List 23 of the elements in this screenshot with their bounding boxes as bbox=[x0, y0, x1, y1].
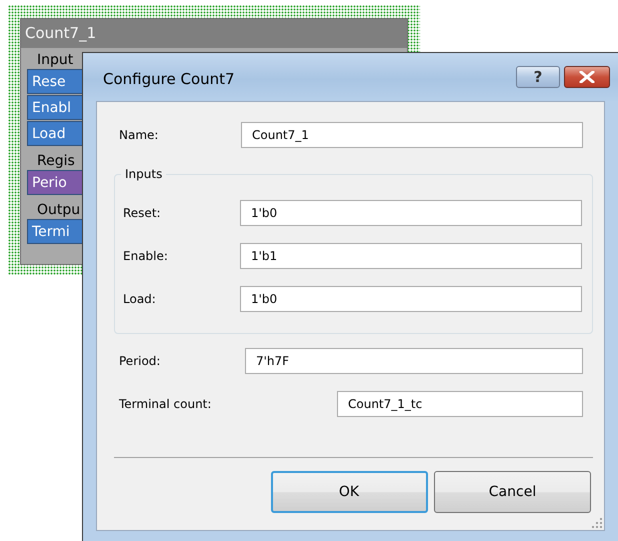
field-label: Enable: bbox=[123, 248, 169, 265]
section-label: Outpu bbox=[37, 201, 80, 219]
field-label: Terminal count: bbox=[119, 396, 212, 413]
section-label: Regis bbox=[37, 152, 75, 170]
resize-grip-icon[interactable] bbox=[592, 518, 602, 528]
text-field[interactable]: 1'b0 bbox=[240, 200, 582, 226]
close-button[interactable] bbox=[564, 66, 610, 88]
text-field[interactable]: 7'h7F bbox=[245, 348, 583, 374]
close-icon[interactable] bbox=[578, 71, 596, 83]
section-label: Input bbox=[37, 51, 74, 69]
dialog-button[interactable]: Cancel bbox=[434, 471, 591, 513]
component-title: Count7_1 bbox=[21, 19, 407, 48]
text-field[interactable]: Count7_1_tc bbox=[337, 391, 583, 417]
field-label: Load: bbox=[123, 291, 157, 308]
text-field[interactable]: 1'b1 bbox=[240, 243, 582, 269]
dialog-title: Configure Count7 bbox=[103, 68, 236, 90]
dialog-button[interactable]: OK bbox=[270, 471, 428, 513]
help-button[interactable]: ? bbox=[516, 66, 560, 88]
text-field[interactable]: 1'b0 bbox=[240, 286, 582, 312]
field-label: Name: bbox=[119, 127, 160, 144]
field-label: Reset: bbox=[123, 205, 162, 222]
text-field[interactable]: Count7_1 bbox=[241, 122, 583, 148]
field-label: Period: bbox=[119, 353, 162, 370]
